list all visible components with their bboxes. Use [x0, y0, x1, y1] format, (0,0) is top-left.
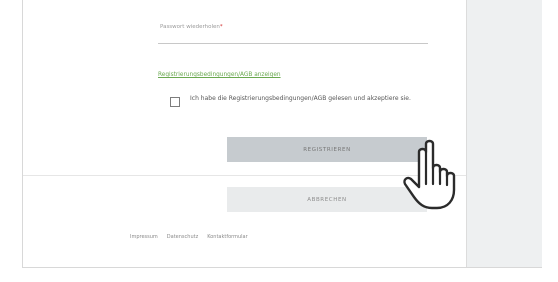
divider: [23, 175, 466, 176]
password-repeat-label: Passwort wiederholen*: [160, 24, 223, 30]
side-panel: [466, 0, 542, 267]
page-frame: [22, 0, 542, 268]
hand-pointer-icon: [403, 139, 456, 210]
accept-terms-label: Ich habe die Registrierungsbedingungen/A…: [190, 95, 411, 102]
footer-links: Impressum Datenschutz Kontaktformular: [130, 234, 248, 240]
password-repeat-field[interactable]: [158, 43, 428, 44]
required-mark: *: [219, 24, 223, 30]
accept-terms-checkbox[interactable]: [170, 97, 180, 107]
footer-link-contact[interactable]: Kontaktformular: [207, 234, 247, 240]
password-repeat-label-text: Passwort wiederholen: [160, 24, 220, 30]
footer-link-privacy[interactable]: Datenschutz: [167, 234, 198, 240]
footer-link-imprint[interactable]: Impressum: [130, 234, 158, 240]
registration-screen: Passwort wiederholen* Registrierungsbedi…: [0, 0, 558, 282]
register-button[interactable]: REGISTRIEREN: [227, 137, 427, 162]
terms-link[interactable]: Registrierungsbedingungen/AGB anzeigen: [158, 72, 281, 78]
cancel-button[interactable]: ABBRECHEN: [227, 187, 427, 212]
